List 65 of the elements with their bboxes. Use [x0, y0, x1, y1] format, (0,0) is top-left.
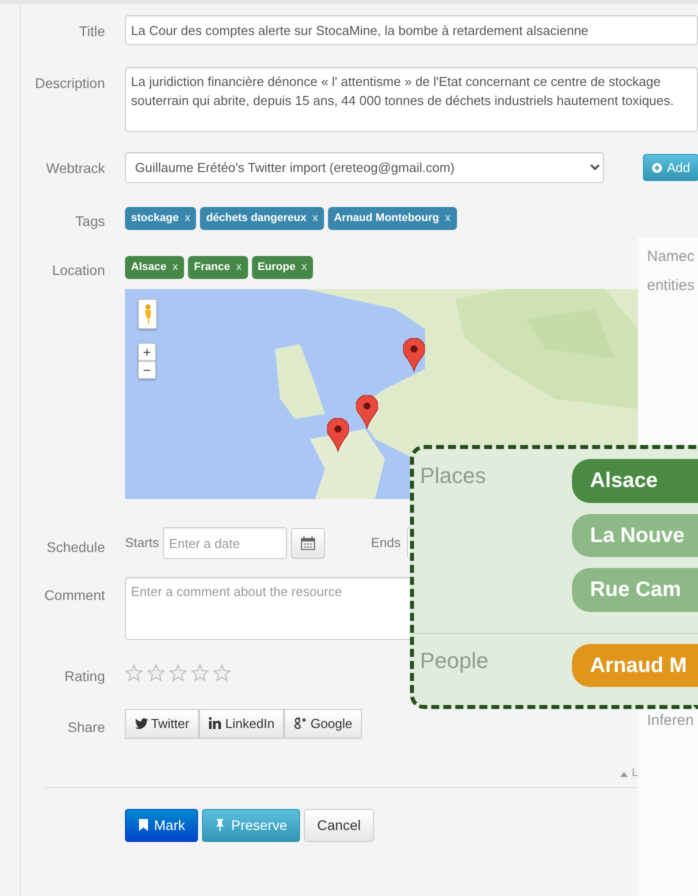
- pushpin-icon: [215, 818, 226, 832]
- pegman-button[interactable]: [138, 299, 157, 329]
- panel-heading-line: entities: [647, 276, 696, 295]
- star-icon[interactable]: [191, 664, 209, 682]
- star-icon[interactable]: [147, 664, 165, 682]
- field-label: Description: [34, 74, 105, 93]
- star-icon[interactable]: [169, 664, 187, 682]
- field-label: Webtrack: [45, 159, 105, 178]
- entity-pill[interactable]: La Nouve: [572, 514, 698, 557]
- map-pin[interactable]: [403, 338, 425, 372]
- bird-icon: [135, 717, 148, 730]
- panel-footer-text: Inferen: [647, 711, 694, 730]
- map-pin[interactable]: [327, 418, 349, 452]
- entity-pill[interactable]: Arnaud M: [572, 644, 698, 687]
- cancel-button[interactable]: Cancel: [304, 808, 374, 842]
- location-tag: Alsace x: [125, 256, 184, 278]
- google-plus-icon: [294, 717, 308, 730]
- location-tag: France x: [188, 256, 248, 278]
- caret-up-icon: [620, 770, 628, 776]
- field-label: Schedule: [46, 538, 105, 557]
- add-button[interactable]: Add: [643, 154, 698, 182]
- panel-heading-line: Namec: [647, 247, 696, 266]
- remove-button[interactable]: x: [184, 210, 190, 226]
- zoom-out-button[interactable]: −: [138, 361, 156, 379]
- location-tag: Europe x: [252, 256, 313, 278]
- zoom-in-button[interactable]: +: [138, 343, 156, 361]
- field-label: Location: [51, 261, 105, 280]
- mark-button[interactable]: Mark: [125, 808, 198, 842]
- remove-button[interactable]: x: [236, 259, 242, 276]
- start-date-field[interactable]: Enter a date: [162, 527, 287, 559]
- field-label: Share: [66, 718, 105, 737]
- remove-button[interactable]: x: [301, 259, 307, 276]
- remove-button[interactable]: x: [445, 210, 451, 226]
- starts-label: Starts: [125, 534, 159, 552]
- preserve-button[interactable]: Preserve: [202, 808, 300, 842]
- description-field[interactable]: La juridiction financière dénonce « l' attentisme » de l'Etat concernant ce centre de stockage souterrain qui abrite, depuis 15 ans, 44 000 tonnes de déchets industriels hautement toxiques.: [125, 67, 698, 132]
- star-icon[interactable]: [125, 664, 143, 682]
- field-label: Rating: [64, 667, 105, 686]
- share-button[interactable]: Google: [284, 709, 362, 738]
- group-label: People: [420, 646, 490, 675]
- collapse-link[interactable]: L: [620, 765, 638, 782]
- tag: stockage x: [125, 207, 196, 230]
- ends-label: Ends: [370, 534, 401, 552]
- tag: Arnaud Montebourg x: [328, 207, 457, 230]
- webtrack-select[interactable]: Guillaume Erétéo's Twitter import (ereteog@gmail.com): [125, 152, 604, 183]
- field-label: Tags: [74, 212, 105, 231]
- group-label: Places: [420, 462, 488, 490]
- field-label: Title: [78, 22, 105, 41]
- share-button[interactable]: Twitter: [125, 709, 200, 738]
- bookmark-icon: [138, 818, 149, 832]
- share-button[interactable]: LinkedIn: [199, 709, 284, 738]
- remove-button[interactable]: x: [312, 210, 318, 226]
- calendar-button[interactable]: [290, 528, 325, 558]
- linkedin-icon: [209, 717, 222, 730]
- entity-pill[interactable]: Rue Cam: [572, 568, 698, 612]
- star-icon[interactable]: [213, 664, 231, 682]
- entity-pill[interactable]: Alsace: [572, 459, 698, 502]
- pegman-icon: [142, 304, 152, 324]
- plus-circle-icon: [652, 162, 662, 172]
- field-label: Comment: [43, 586, 105, 605]
- map-pin[interactable]: [356, 395, 378, 429]
- title-field[interactable]: La Cour des comptes alerte sur StocaMine, la bombe à retardement alsacienne: [125, 15, 698, 45]
- remove-button[interactable]: x: [172, 259, 178, 276]
- tag: déchets dangereux x: [200, 207, 324, 230]
- calendar-icon: [300, 536, 315, 550]
